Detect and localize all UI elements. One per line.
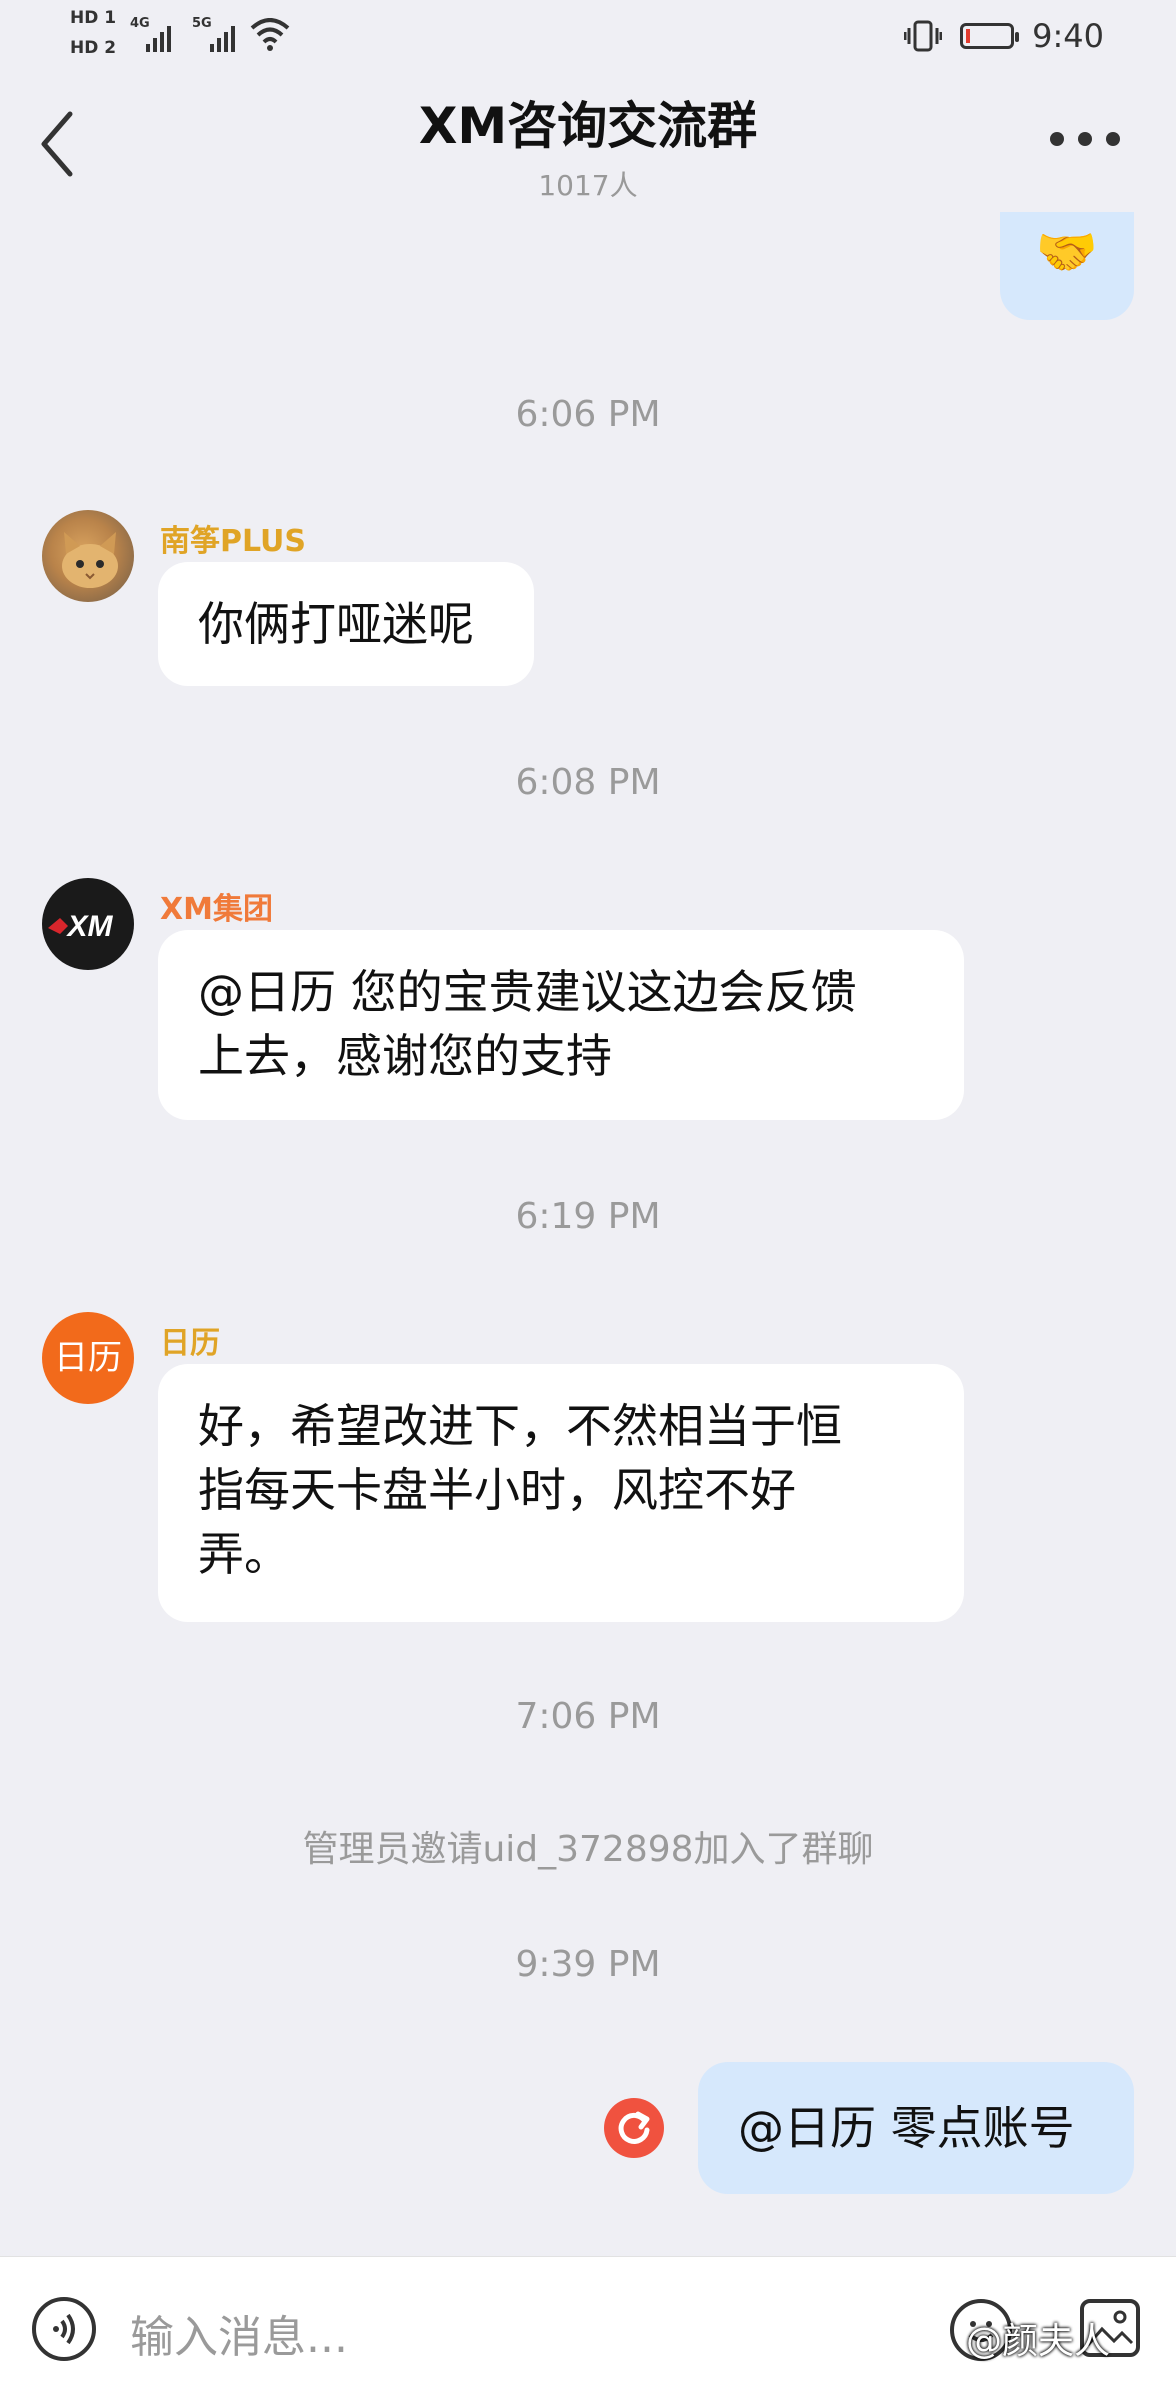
signal-icon — [210, 26, 235, 52]
outgoing-message-bubble[interactable]: 🤝 — [1000, 212, 1134, 320]
message-text-line: 上去，感谢您的支持 — [198, 1029, 612, 1083]
clock: 9:40 — [1032, 17, 1104, 55]
timestamp: 6:19 PM — [515, 1196, 661, 1237]
timestamp: 6:08 PM — [515, 762, 661, 803]
hd1-label: HD 1 — [70, 8, 117, 28]
battery-icon — [960, 23, 1020, 49]
message-input[interactable]: 输入消息... — [130, 2301, 348, 2365]
message-text-line: 好，希望改进下，不然相当于恒 — [198, 1399, 842, 1453]
group-title: XM咨询交流群 — [418, 97, 758, 155]
avatar[interactable]: 日历 — [42, 1312, 134, 1404]
network-5g-label: 5G — [192, 16, 212, 31]
timestamp: 9:39 PM — [515, 1944, 661, 1985]
incoming-message-bubble[interactable]: 好，希望改进下，不然相当于恒 指每天卡盘半小时，风控不好 弄。 — [158, 1364, 964, 1622]
network-indicators: HD 1 HD 2 4G 5G — [70, 8, 300, 64]
status-bar: HD 1 HD 2 4G 5G 9:40 — [0, 0, 1176, 72]
watermark: @颜夫人 — [966, 2321, 1111, 2362]
resend-icon — [618, 2111, 650, 2144]
cat-avatar-icon — [62, 532, 118, 588]
wifi-icon — [250, 18, 290, 51]
xm-logo-icon: XM — [48, 910, 114, 943]
signal-icon — [146, 26, 171, 52]
sender-name[interactable]: 日历 — [160, 1318, 220, 1362]
message-text: @日历 零点账号 — [738, 2101, 1075, 2155]
member-count[interactable]: 1017人 — [0, 164, 1176, 204]
message-text-line: @日历 您的宝贵建议这边会反馈 — [198, 965, 857, 1019]
message-text-line: 弄。 — [198, 1527, 290, 1581]
avatar-label: 日历 — [54, 1338, 122, 1378]
chat-header: XM咨询交流群 1017人 — [0, 72, 1176, 212]
vibrate-icon — [904, 20, 943, 52]
incoming-message-bubble[interactable]: @日历 您的宝贵建议这边会反馈 上去，感谢您的支持 — [158, 930, 964, 1120]
system-indicators: 9:40 — [904, 14, 1104, 58]
handshake-emoji-icon: 🤝 — [1035, 223, 1099, 281]
svg-text:XM: XM — [66, 910, 114, 943]
sender-name[interactable]: 南筝PLUS — [160, 516, 306, 560]
more-options-icon[interactable] — [1050, 132, 1120, 146]
timestamp: 7:06 PM — [515, 1696, 661, 1737]
voice-icon — [53, 2313, 75, 2345]
incoming-message-bubble[interactable]: 你俩打哑迷呢 — [158, 562, 534, 686]
timestamp: 6:06 PM — [515, 394, 661, 435]
system-notice: 管理员邀请uid_372898加入了群聊 — [302, 1829, 874, 1870]
sender-name[interactable]: XM集团 — [160, 884, 273, 928]
hd2-label: HD 2 — [70, 38, 117, 58]
avatar[interactable] — [42, 510, 134, 602]
message-text: 你俩打哑迷呢 — [198, 597, 474, 651]
outgoing-message-bubble[interactable]: @日历 零点账号 — [698, 2062, 1134, 2194]
resend-button[interactable] — [604, 2098, 664, 2158]
message-text-line: 指每天卡盘半小时，风控不好 — [198, 1463, 796, 1517]
voice-input-button[interactable] — [32, 2297, 96, 2361]
avatar[interactable]: XM — [42, 878, 134, 970]
